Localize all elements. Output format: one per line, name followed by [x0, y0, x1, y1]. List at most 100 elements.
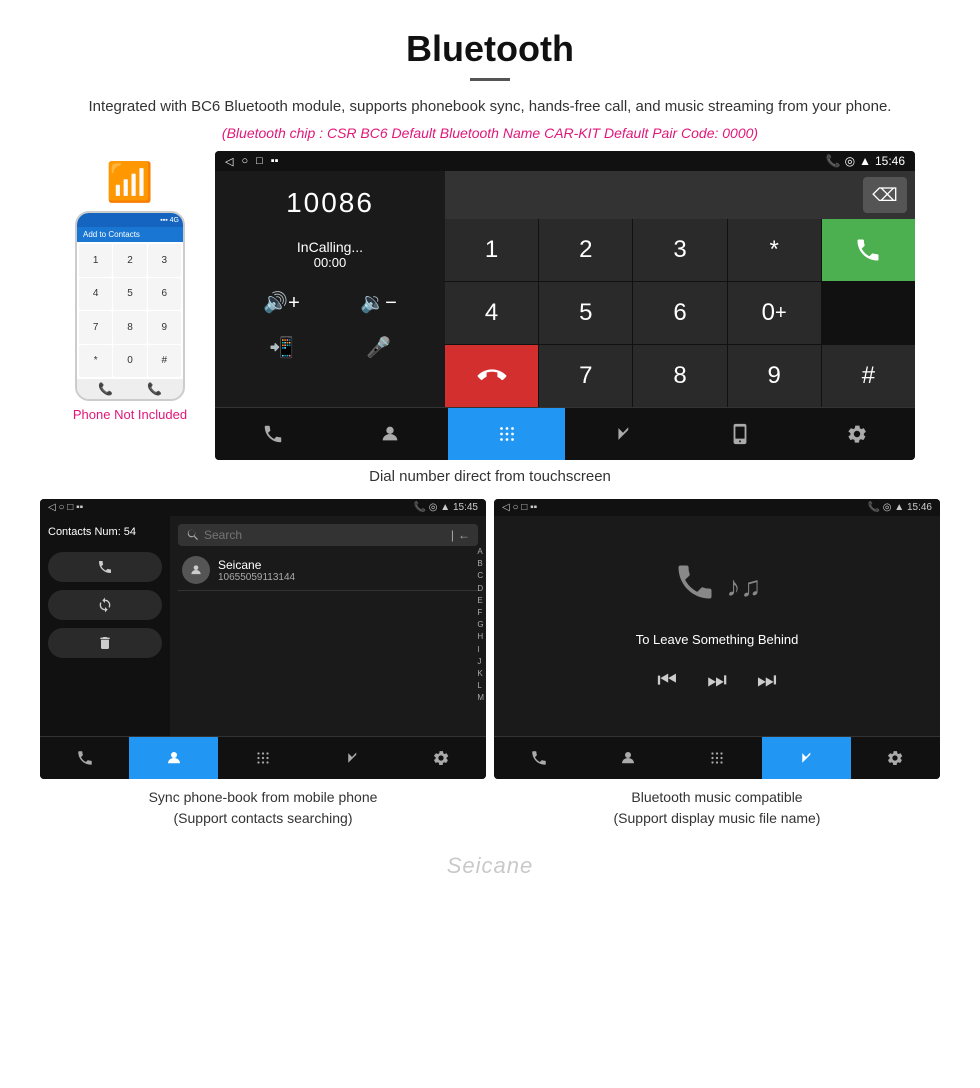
volume-down-icon[interactable]: 🔉−: [360, 290, 397, 315]
contacts-bottom-bar: [40, 736, 486, 779]
backspace-button[interactable]: ⌫: [863, 177, 907, 213]
key-2[interactable]: 2: [539, 219, 632, 281]
volume-up-icon[interactable]: 🔊+: [263, 290, 300, 315]
search-input[interactable]: [204, 528, 447, 542]
key-1[interactable]: 1: [445, 219, 538, 281]
cb-bluetooth[interactable]: [308, 737, 397, 779]
numpad-display-row: ⌫: [445, 171, 915, 219]
contacts-left-panel: Contacts Num: 54: [40, 516, 170, 736]
phone-key-star[interactable]: *: [79, 345, 112, 378]
key-9[interactable]: 9: [728, 345, 821, 407]
phone-key-0[interactable]: 0: [113, 345, 146, 378]
call-status-text: InCalling...: [233, 239, 427, 255]
key-7[interactable]: 7: [539, 345, 632, 407]
mb-contacts[interactable]: [583, 737, 672, 779]
mb-numpad[interactable]: [672, 737, 761, 779]
dial-volume-controls: 🔊+ 🔉−: [233, 290, 427, 315]
contacts-status-bar: ◁ ○ □ ▪▪ 📞 ◎ ▲ 15:45: [40, 499, 486, 516]
key-3[interactable]: 3: [633, 219, 726, 281]
music-phone-icon: [673, 560, 717, 614]
phone-sidebar: 📶 ▪▪▪ 4G Add to Contacts 1 2 3 4 5 6 7 8: [65, 151, 195, 422]
key-4[interactable]: 4: [445, 282, 538, 344]
alpha-h: H: [477, 631, 484, 642]
left-caption-sub: (Support contacts searching): [174, 810, 353, 826]
music-screen-wrap: ◁ ○ □ ▪▪ 📞 ◎ ▲ 15:46 ♪♫ To Leave Somet: [494, 499, 940, 779]
call-green-button[interactable]: [822, 219, 915, 281]
bottom-bluetooth[interactable]: [565, 408, 682, 460]
phone-key-4[interactable]: 4: [79, 278, 112, 311]
contacts-status-time: 15:45: [453, 502, 478, 513]
search-row[interactable]: | ←: [178, 524, 478, 546]
brand-watermark: Seicane: [0, 849, 980, 883]
key-8[interactable]: 8: [633, 345, 726, 407]
wifi-status-icon: ▲: [859, 154, 871, 168]
alpha-j: J: [477, 656, 484, 667]
cb-numpad[interactable]: [218, 737, 307, 779]
phone-key-9[interactable]: 9: [148, 311, 181, 344]
phone-key-8[interactable]: 8: [113, 311, 146, 344]
bottom-settings[interactable]: [798, 408, 915, 460]
contacts-status-right: 📞 ◎ ▲ 15:45: [414, 502, 478, 513]
bottom-numpad-active[interactable]: [448, 408, 565, 460]
bottom-captions-row: Sync phone-book from mobile phone (Suppo…: [0, 779, 980, 849]
contacts-screen-wrap: ◁ ○ □ ▪▪ 📞 ◎ ▲ 15:45 Contacts Num: 54: [40, 499, 486, 779]
mb-call[interactable]: [494, 737, 583, 779]
phone-status-icon: 📞: [826, 154, 841, 168]
page-title: Bluetooth: [40, 28, 940, 70]
delete-action-button[interactable]: [48, 628, 162, 658]
bt-info-text: (Bluetooth chip : CSR BC6 Default Blueto…: [40, 125, 940, 141]
cb-settings[interactable]: [397, 737, 486, 779]
alpha-index-list: A B C D E F G H I J K L M: [477, 546, 484, 703]
bottom-call-log[interactable]: [215, 408, 332, 460]
right-screen-caption: Bluetooth music compatible (Support disp…: [494, 787, 940, 829]
phone-mock-status-icons: ▪▪▪ 4G: [160, 217, 179, 224]
alpha-i: I: [477, 644, 484, 655]
dial-area: 10086 InCalling... 00:00 🔊+ 🔉− 📲 🎤: [215, 171, 915, 407]
sync-action-button[interactable]: [48, 590, 162, 620]
phone-key-2[interactable]: 2: [113, 244, 146, 277]
page-subtitle: Integrated with BC6 Bluetooth module, su…: [40, 95, 940, 119]
left-screen-caption: Sync phone-book from mobile phone (Suppo…: [40, 787, 486, 829]
alpha-g: G: [477, 619, 484, 630]
next-track-button[interactable]: ⏭: [757, 667, 777, 693]
numpad-grid: 1 2 3 * 4 5 6 0+ 7: [445, 219, 915, 407]
phone-key-6[interactable]: 6: [148, 278, 181, 311]
key-5[interactable]: 5: [539, 282, 632, 344]
bottom-bt-phone[interactable]: [682, 408, 799, 460]
phone-key-7[interactable]: 7: [79, 311, 112, 344]
phone-key-1[interactable]: 1: [79, 244, 112, 277]
contacts-right-panel: | ← Seicane 10655059113144: [170, 516, 486, 736]
phone-mock-bottom-bar: 📞 📞: [77, 379, 183, 399]
phone-mock-header: Add to Contacts: [77, 227, 183, 242]
call-action-button[interactable]: [48, 552, 162, 582]
status-right-icons: 📞 ◎ ▲ 15:46: [826, 154, 905, 168]
mb-bluetooth-active[interactable]: [762, 737, 851, 779]
phone-key-3[interactable]: 3: [148, 244, 181, 277]
alpha-m: M: [477, 692, 484, 703]
end-call-button[interactable]: [445, 345, 538, 407]
phone-key-5[interactable]: 5: [113, 278, 146, 311]
call-status-area: InCalling... 00:00: [233, 239, 427, 270]
music-song-title: To Leave Something Behind: [636, 632, 799, 647]
backspace-search-icon[interactable]: ←: [458, 528, 470, 542]
play-pause-button[interactable]: ⏭: [707, 667, 727, 693]
bottom-contacts[interactable]: [332, 408, 449, 460]
call-timer: 00:00: [233, 255, 427, 270]
transfer-call-icon[interactable]: 📲: [269, 335, 294, 360]
phone-key-hash[interactable]: #: [148, 345, 181, 378]
mute-mic-icon[interactable]: 🎤: [366, 335, 391, 360]
cb-contacts-active[interactable]: [129, 737, 218, 779]
key-hash[interactable]: #: [822, 345, 915, 407]
key-0plus[interactable]: 0+: [728, 282, 821, 344]
music-playback-controls: ⏮ ⏭ ⏭: [657, 667, 776, 693]
status-left-icons: ◁ ○ □ ▪▪: [225, 155, 279, 168]
cb-call[interactable]: [40, 737, 129, 779]
key-6[interactable]: 6: [633, 282, 726, 344]
key-star[interactable]: *: [728, 219, 821, 281]
phone-mock-call-icon: 📞: [98, 382, 113, 396]
mb-settings[interactable]: [851, 737, 940, 779]
phone-mock-header-text: Add to Contacts: [83, 230, 140, 239]
previous-track-button[interactable]: ⏮: [657, 667, 677, 693]
phone-not-included-label: Phone Not Included: [73, 407, 187, 422]
contact-entry[interactable]: Seicane 10655059113144: [178, 550, 478, 591]
